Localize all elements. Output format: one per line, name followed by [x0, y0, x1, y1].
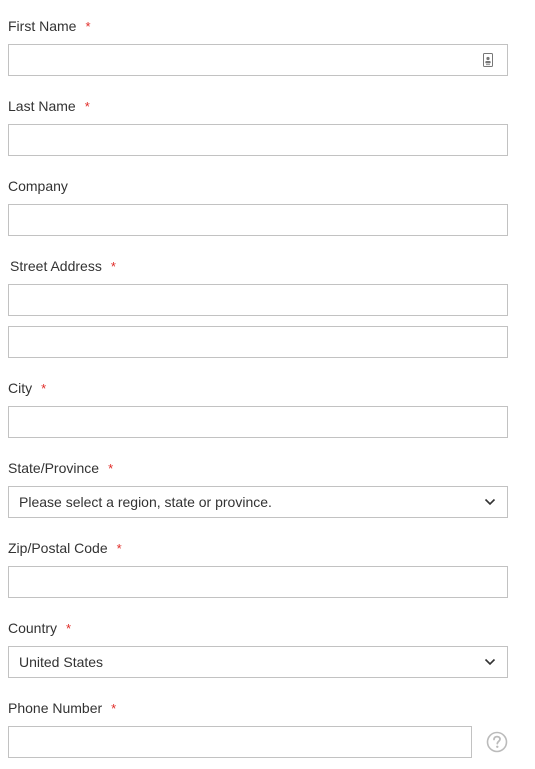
state-province-select[interactable]: Please select a region, state or provinc…: [8, 486, 508, 518]
last-name-label-text: Last Name: [8, 98, 76, 114]
required-asterisk: *: [111, 701, 117, 716]
phone-number-label: Phone Number *: [8, 699, 116, 718]
city-label-text: City: [8, 380, 33, 396]
required-asterisk: *: [84, 99, 90, 114]
street-address-line-2-input[interactable]: [8, 326, 508, 358]
required-asterisk: *: [85, 19, 91, 34]
city-label: City *: [8, 379, 46, 398]
phone-number-input[interactable]: [8, 726, 472, 758]
company-label-text: Company: [8, 178, 68, 194]
country-label-text: Country: [8, 620, 58, 636]
required-asterisk: *: [116, 541, 122, 556]
first-name-label: First Name *: [8, 17, 91, 36]
country-select[interactable]: United States: [8, 646, 508, 678]
question-circle-icon[interactable]: [486, 731, 508, 753]
country-selected-value: United States: [19, 654, 104, 670]
required-asterisk: *: [110, 259, 116, 274]
phone-number-label-text: Phone Number: [8, 700, 103, 716]
chevron-down-icon: [483, 495, 497, 509]
first-name-input[interactable]: [8, 44, 508, 76]
street-address-line-1-input[interactable]: [8, 284, 508, 316]
city-input[interactable]: [8, 406, 508, 438]
required-asterisk: *: [41, 381, 47, 396]
first-name-label-text: First Name: [8, 18, 77, 34]
required-asterisk: *: [108, 461, 114, 476]
required-asterisk: *: [66, 621, 72, 636]
country-label: Country *: [8, 619, 71, 638]
street-address-label-text: Street Address: [10, 258, 102, 274]
chevron-down-icon: [483, 655, 497, 669]
last-name-label: Last Name *: [8, 97, 90, 116]
street-address-label: Street Address *: [10, 257, 116, 276]
contact-card-icon[interactable]: [481, 53, 495, 67]
state-province-label: State/Province *: [8, 459, 113, 478]
state-province-label-text: State/Province: [8, 460, 100, 476]
last-name-input[interactable]: [8, 124, 508, 156]
zip-postal-code-input[interactable]: [8, 566, 508, 598]
state-province-selected-value: Please select a region, state or provinc…: [19, 494, 272, 510]
zip-postal-code-label: Zip/Postal Code *: [8, 539, 122, 558]
zip-postal-code-label-text: Zip/Postal Code: [8, 540, 108, 556]
company-label: Company: [8, 177, 68, 195]
company-input[interactable]: [8, 204, 508, 236]
